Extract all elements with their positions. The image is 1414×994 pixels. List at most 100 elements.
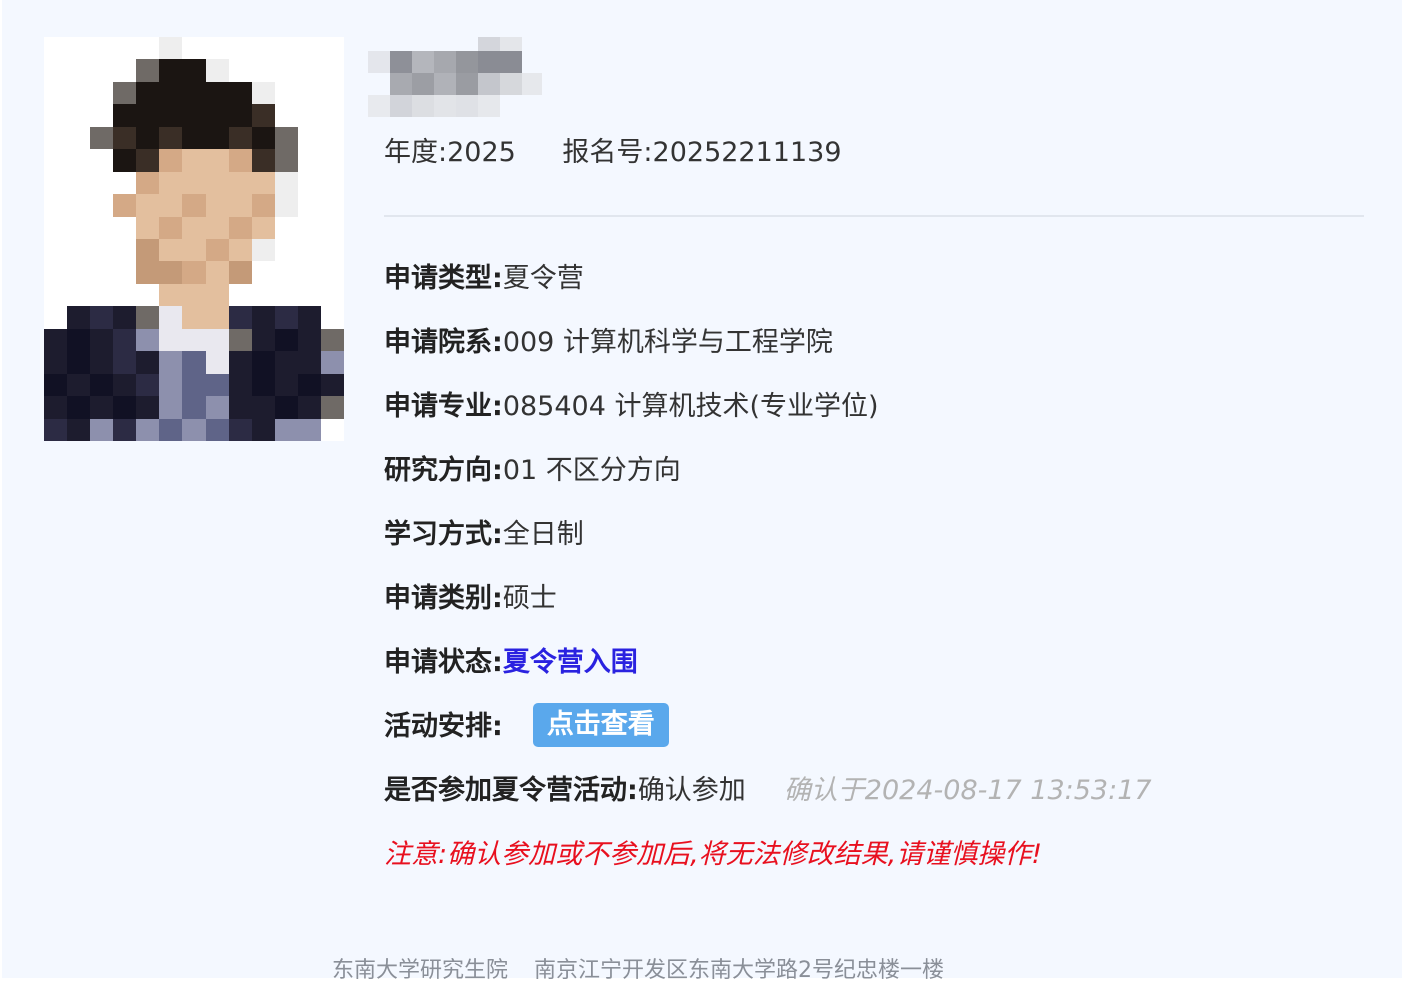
photo-pixel [44, 126, 68, 150]
photo-pixel [159, 216, 183, 239]
photo-pixel [44, 216, 68, 239]
photo-pixel [136, 59, 160, 82]
photo-pixel [159, 418, 183, 441]
photo-pixel [113, 126, 137, 150]
field-department: 申请院系:009 计算机科学与工程学院 [384, 314, 1152, 378]
photo-pixel [159, 37, 183, 60]
photo-pixel [67, 194, 91, 217]
photo-pixel [228, 59, 252, 82]
photo-pixel [274, 104, 298, 127]
photo-pixel [44, 81, 68, 105]
photo-pixel [297, 59, 321, 82]
photo-pixel [90, 149, 114, 172]
photo-pixel [274, 126, 298, 150]
participation-label: 是否参加夏令营活动: [384, 775, 638, 806]
photo-pixel [228, 81, 252, 105]
photo-pixel [251, 37, 275, 60]
photo-pixel [182, 261, 206, 284]
photo-pixel [228, 396, 252, 419]
photo-pixel [251, 81, 275, 105]
year-label: 年度: [384, 137, 448, 168]
photo-pixel [228, 283, 252, 307]
photo-pixel [320, 37, 344, 60]
photo-pixel [90, 261, 114, 284]
status-value: 夏令营入围 [502, 647, 638, 678]
photo-pixel [90, 351, 114, 374]
photo-pixel [297, 306, 321, 329]
photo-pixel [320, 81, 344, 105]
photo-pixel [251, 216, 275, 239]
photo-pixel [113, 171, 137, 195]
photo-pixel [44, 37, 68, 60]
photo-pixel [205, 216, 229, 239]
photo-pixel [228, 373, 252, 397]
photo-pixel [113, 239, 137, 262]
photo-pixel [320, 328, 344, 352]
photo-pixel [44, 328, 68, 352]
photo-pixel [159, 171, 183, 195]
photo-pixel [251, 306, 275, 329]
photo-pixel [44, 396, 68, 419]
photo-pixel [90, 104, 114, 127]
photo-pixel [159, 59, 183, 82]
photo-pixel [136, 239, 160, 262]
photo-pixel [251, 396, 275, 419]
photo-pixel [297, 261, 321, 284]
photo-pixel [228, 171, 252, 195]
photo-pixel [297, 81, 321, 105]
photo-pixel [67, 396, 91, 419]
photo-pixel [136, 149, 160, 172]
photo-pixel [205, 328, 229, 352]
photo-pixel [228, 261, 252, 284]
photo-pixel [182, 59, 206, 82]
photo-pixel [251, 328, 275, 352]
photo-pixel [297, 396, 321, 419]
photo-pixel [159, 306, 183, 329]
photo-pixel [251, 239, 275, 262]
field-research-direction: 研究方向:01 不区分方向 [384, 442, 1152, 506]
photo-pixel [136, 306, 160, 329]
field-application-type: 申请类型:夏令营 [384, 250, 1152, 314]
photo-pixel [90, 59, 114, 82]
photo-pixel [67, 37, 91, 60]
photo-pixel [44, 149, 68, 172]
photo-pixel [274, 239, 298, 262]
photo-pixel [113, 149, 137, 172]
photo-pixel [67, 81, 91, 105]
photo-pixel [251, 351, 275, 374]
photo-pixel [182, 126, 206, 150]
photo-pixel [136, 216, 160, 239]
view-schedule-button[interactable]: 点击查看 [532, 702, 669, 747]
photo-pixel [182, 239, 206, 262]
photo-pixel [67, 216, 91, 239]
photo-pixel [205, 59, 229, 82]
photo-pixel [113, 59, 137, 82]
photo-pixel [113, 418, 137, 441]
photo-pixel [113, 216, 137, 239]
photo-pixel [113, 328, 137, 352]
photo-pixel [159, 261, 183, 284]
photo-pixel [297, 37, 321, 60]
photo-pixel [182, 373, 206, 397]
photo-pixel [113, 351, 137, 374]
photo-pixel [297, 328, 321, 352]
field-degree-category: 申请类别:硕士 [384, 570, 1152, 634]
photo-pixel [67, 149, 91, 172]
photo-pixel [274, 81, 298, 105]
photo-pixel [113, 81, 137, 105]
photo-pixel [159, 351, 183, 374]
field-label: 申请院系: [384, 327, 503, 358]
photo-pixel [205, 37, 229, 60]
photo-pixel [90, 126, 114, 150]
photo-pixel [228, 351, 252, 374]
photo-pixel [67, 418, 91, 441]
photo-pixel [182, 171, 206, 195]
photo-pixel [136, 171, 160, 195]
photo-pixel [228, 216, 252, 239]
photo-pixel [228, 306, 252, 329]
photo-pixel [205, 373, 229, 397]
activity-label: 活动安排: [384, 711, 503, 742]
photo-pixel [90, 216, 114, 239]
photo-pixel [44, 194, 68, 217]
photo-pixel [205, 149, 229, 172]
